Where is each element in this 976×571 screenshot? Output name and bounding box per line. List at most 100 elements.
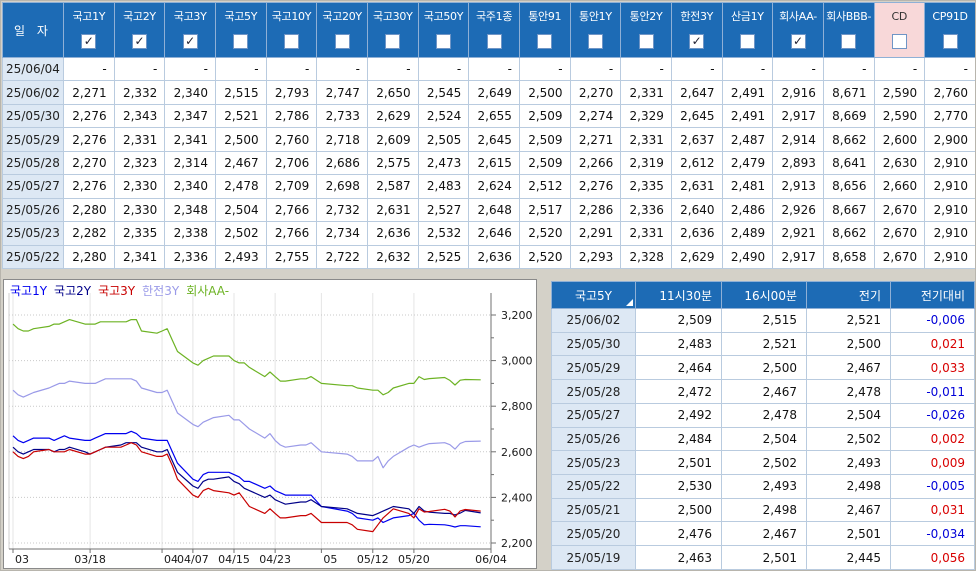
yield-line-chart: 3,2003,0002,8002,6002,4002,20003 03/18 040… <box>8 293 533 566</box>
x-axis-label: 04/07 <box>177 553 209 566</box>
top-col-label: 국고50Y <box>423 10 464 23</box>
rate-cell: 2,328 <box>620 244 672 269</box>
rate-cell: 2,336 <box>620 197 672 223</box>
top-table-row: 25/06/04- - - - - - - - - - - - - - - - - - <box>2 56 975 82</box>
prev-rate-cell: 2,478 <box>806 379 891 404</box>
top-col-header: 국고2Y ✓ <box>113 2 166 58</box>
column-checkbox[interactable] <box>283 34 299 49</box>
column-checkbox[interactable]: ✓ <box>689 34 705 49</box>
top-table-row: 25/05/30 2,276 2,343 2,347 2,521 2,786 2,733 2,… <box>2 103 975 129</box>
rate-cell: 2,722 <box>316 244 368 269</box>
change-cell: 0,033 <box>890 355 975 381</box>
rate-1130-cell: 2,530 <box>635 474 722 499</box>
rate-cell: 2,612 <box>670 150 723 176</box>
column-checkbox[interactable] <box>435 34 451 49</box>
column-checkbox[interactable] <box>841 34 857 49</box>
rate-cell: 2,271 <box>63 80 115 105</box>
rate-cell: 2,646 <box>468 221 520 246</box>
column-checkbox[interactable] <box>334 34 350 49</box>
top-table-row: 25/05/27 2,276 2,330 2,340 2,478 2,709 2,698 2,… <box>2 174 975 199</box>
column-checkbox[interactable]: ✓ <box>131 34 147 49</box>
change-cell: -0,011 <box>890 379 975 404</box>
checkbox-wrap <box>216 28 266 55</box>
column-checkbox[interactable] <box>891 34 907 49</box>
rate-cell: 2,670 <box>873 221 926 246</box>
rate-cell: 2,478 <box>214 174 267 199</box>
date-cell: 25/05/27 <box>551 402 636 428</box>
top-table-row: 25/05/23 2,282 2,335 2,338 2,502 2,766 2,734 2,… <box>2 221 975 246</box>
column-checkbox[interactable] <box>486 34 502 49</box>
date-cell: 25/05/29 <box>551 355 636 381</box>
rate-cell: 2,630 <box>873 150 926 176</box>
rate-cell: - <box>164 56 216 82</box>
checkbox-wrap <box>469 28 519 55</box>
rate-1600-cell: 2,498 <box>721 497 807 523</box>
rt-header-1600[interactable]: 16시00분 <box>721 281 807 309</box>
rate-cell: 8,641 <box>822 150 875 176</box>
rate-cell: 2,624 <box>468 174 520 199</box>
top-col-label: 통안1Y <box>579 10 612 23</box>
rate-cell: 8,669 <box>822 103 875 129</box>
column-checkbox[interactable] <box>233 34 249 49</box>
rate-cell: 2,515 <box>214 80 267 105</box>
date-cell: 25/05/21 <box>551 497 636 523</box>
x-axis-label: 04/15 <box>218 553 250 566</box>
checkbox-wrap <box>267 28 317 55</box>
top-col-header: 통안2Y <box>620 2 672 58</box>
rate-cell: 2,331 <box>620 221 672 246</box>
date-cell: 25/05/19 <box>551 545 636 570</box>
rate-cell: 2,329 <box>620 103 672 129</box>
rate-cell: - <box>873 56 926 82</box>
rate-1600-cell: 2,500 <box>721 355 807 381</box>
rt-header-instrument[interactable]: 국고5Y <box>551 281 636 309</box>
rate-cell: 2,347 <box>164 103 216 129</box>
top-col-header: 통안91 <box>518 2 571 58</box>
rate-cell: 2,600 <box>873 127 926 152</box>
column-checkbox[interactable] <box>385 34 401 49</box>
date-cell: 25/05/26 <box>551 426 636 452</box>
legend-item: 한전3Y <box>142 284 180 298</box>
rate-cell: 2,271 <box>569 127 622 152</box>
column-checkbox[interactable]: ✓ <box>81 34 97 49</box>
rate-cell: - <box>63 56 115 82</box>
x-axis-label: 05/20 <box>398 553 430 566</box>
rate-cell: - <box>569 56 622 82</box>
rt-header-change[interactable]: 전기대비 <box>890 281 975 309</box>
rate-cell: 2,487 <box>721 127 774 152</box>
date-cell: 25/05/30 <box>2 103 64 129</box>
rate-cell: 2,636 <box>468 244 520 269</box>
rate-cell: 2,280 <box>63 197 115 223</box>
rate-cell: 2,631 <box>670 174 723 199</box>
rate-cell: 2,900 <box>924 127 975 152</box>
column-checkbox[interactable] <box>942 34 958 49</box>
top-col-label: CP91D <box>932 10 968 23</box>
rate-cell: 2,910 <box>924 174 975 199</box>
rate-cell: 2,348 <box>164 197 216 223</box>
column-checkbox[interactable]: ✓ <box>182 34 198 49</box>
legend-item: 국고3Y <box>98 284 136 298</box>
rate-1130-cell: 2,509 <box>635 308 722 333</box>
right-table-header-row: 국고5Y 11시30분 16시00분 전기 전기대비 <box>551 281 975 309</box>
rate-cell: 2,921 <box>772 221 824 246</box>
column-checkbox[interactable] <box>739 34 755 49</box>
y-axis-label: 2,800 <box>501 400 533 413</box>
column-checkbox[interactable] <box>638 34 654 49</box>
ktb5y-intraday-table: 국고5Y 11시30분 16시00분 전기 전기대비 25/06/02 2,509… <box>551 281 975 570</box>
daily-rates-table: 일 자 국고1Y ✓ 국고2Y ✓ 국고3Y ✓ 국고5Y 국고10Y 국고20Y 국고30Y 국고… <box>2 2 975 269</box>
rate-cell: 2,479 <box>721 150 774 176</box>
rate-cell: 2,545 <box>417 80 470 105</box>
rate-cell: 2,512 <box>518 174 571 199</box>
rate-cell: 2,332 <box>113 80 166 105</box>
rt-instrument-label: 국고5Y <box>574 288 613 303</box>
column-checkbox[interactable] <box>537 34 553 49</box>
date-cell: 25/06/02 <box>551 308 636 333</box>
column-checkbox[interactable] <box>587 34 603 49</box>
rate-cell: 2,527 <box>417 197 470 223</box>
column-checkbox[interactable]: ✓ <box>790 34 806 49</box>
date-cell: 25/05/23 <box>551 450 636 476</box>
top-col-label: 회사AA- <box>779 10 817 23</box>
rt-header-prev[interactable]: 전기 <box>806 281 891 309</box>
prev-rate-cell: 2,467 <box>806 497 891 523</box>
rt-header-1130[interactable]: 11시30분 <box>635 281 722 309</box>
checkbox-wrap <box>824 28 874 55</box>
